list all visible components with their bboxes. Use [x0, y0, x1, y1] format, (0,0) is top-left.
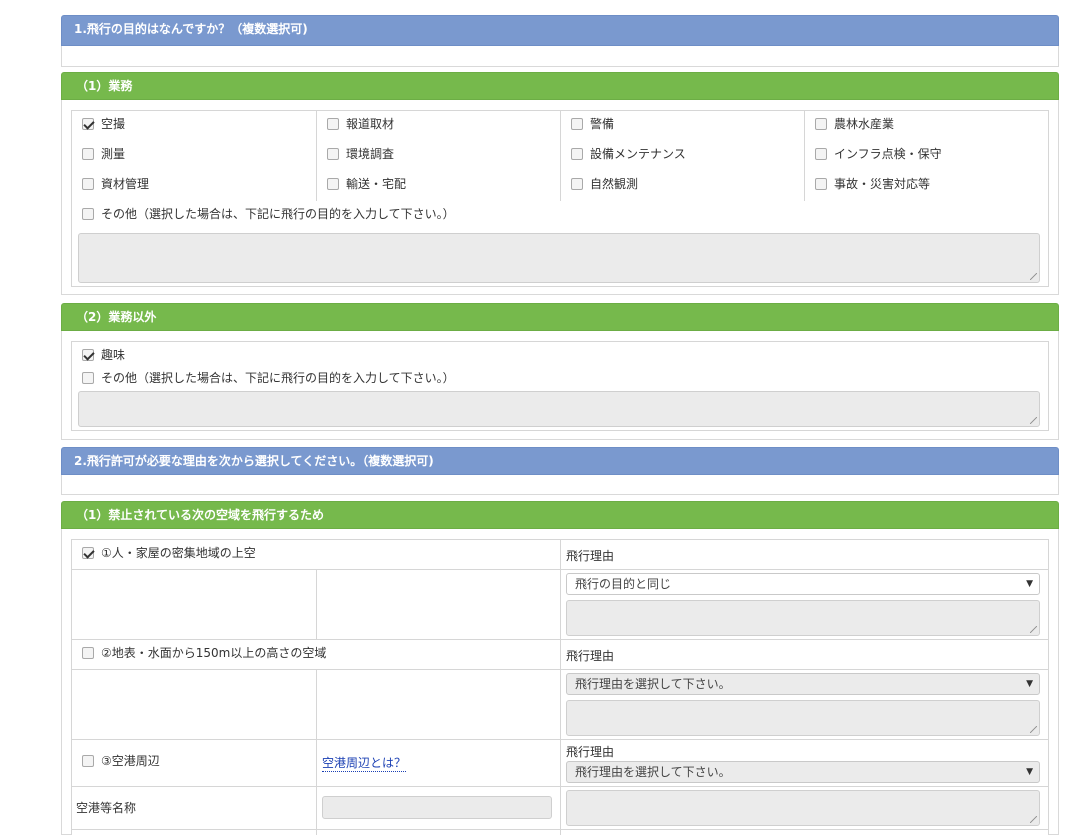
checkbox-infrastructure[interactable] — [815, 148, 827, 160]
checkbox-materials[interactable] — [82, 178, 94, 190]
business-title: （1）業務 — [76, 79, 133, 93]
checkbox-survey[interactable] — [82, 148, 94, 160]
reason-select-3[interactable]: 飛行理由を選択して下さい。 ▼ — [566, 761, 1040, 783]
nonbusiness-title: （2）業務以外 — [76, 310, 157, 324]
option-label: 資材管理 — [101, 177, 150, 191]
reason-label: 飛行理由 — [566, 549, 615, 563]
q1-title: 1.飛行の目的はなんですか？（複数選択可) — [74, 22, 308, 36]
reason-select-value: 飛行の目的と同じ — [575, 577, 672, 591]
option-label: 測量 — [101, 147, 126, 161]
checkbox-hobby[interactable] — [82, 349, 94, 361]
q2-header: 2.飛行許可が必要な理由を次から選択してください。（複数選択可) — [61, 447, 1059, 475]
reason-label: 飛行理由 — [566, 745, 615, 759]
option-label: 空撮 — [101, 117, 126, 131]
nonbusiness-header: （2）業務以外 — [61, 303, 1059, 331]
option-label: インフラ点検・保守 — [834, 147, 942, 161]
prohibited-title: （1）禁止されている次の空域を飛行するため — [76, 508, 324, 522]
prohibited-header: （1）禁止されている次の空域を飛行するため — [61, 501, 1059, 529]
checkbox-news[interactable] — [327, 118, 339, 130]
checkbox-airport-vicinity[interactable] — [82, 755, 94, 767]
chevron-down-icon: ▼ — [1026, 679, 1033, 689]
q2-title: 2.飛行許可が必要な理由を次から選択してください。（複数選択可) — [74, 454, 434, 468]
reason-select-value: 飛行理由を選択して下さい。 — [575, 677, 731, 691]
q1-header: 1.飛行の目的はなんですか？（複数選択可) — [61, 15, 1059, 46]
reason-select-2[interactable]: 飛行理由を選択して下さい。 ▼ — [566, 673, 1040, 695]
option-label: 環境調査 — [346, 147, 395, 161]
item-label: ②地表・水面から150m以上の高さの空域 — [101, 646, 327, 660]
q2-body — [61, 475, 1059, 495]
business-other-label: その他（選択した場合は、下記に飛行の目的を入力して下さい。） — [101, 207, 455, 221]
checkbox-above-150m[interactable] — [82, 647, 94, 659]
chevron-down-icon: ▼ — [1026, 579, 1033, 589]
reason-textarea-3[interactable] — [566, 790, 1040, 826]
reason-label: 飛行理由 — [566, 649, 615, 663]
option-label: 輸送・宅配 — [346, 177, 407, 191]
nonbusiness-other-textarea[interactable] — [78, 391, 1040, 427]
checkbox-aerial[interactable] — [82, 118, 94, 130]
checkbox-security[interactable] — [571, 118, 583, 130]
checkbox-nonbusiness-other[interactable] — [82, 372, 94, 384]
airport-name-input[interactable] — [322, 796, 552, 819]
chevron-down-icon: ▼ — [1026, 767, 1033, 777]
reason-select-value: 飛行理由を選択して下さい。 — [575, 765, 731, 779]
checkbox-business-other[interactable] — [82, 208, 94, 220]
checkbox-densely-populated[interactable] — [82, 547, 94, 559]
option-label: 農林水産業 — [834, 117, 895, 131]
checkbox-delivery[interactable] — [327, 178, 339, 190]
option-label: 設備メンテナンス — [590, 147, 686, 161]
checkbox-nature[interactable] — [571, 178, 583, 190]
business-header: （1）業務 — [61, 72, 1059, 100]
business-other-textarea[interactable] — [78, 233, 1040, 283]
checkbox-disaster[interactable] — [815, 178, 827, 190]
checkbox-maintenance[interactable] — [571, 148, 583, 160]
checkbox-agriculture[interactable] — [815, 118, 827, 130]
reason-textarea-1[interactable] — [566, 600, 1040, 636]
airport-vicinity-link[interactable]: 空港周辺とは？ — [322, 754, 407, 772]
reason-select-1[interactable]: 飛行の目的と同じ ▼ — [566, 573, 1040, 595]
option-label: 警備 — [590, 117, 615, 131]
option-label: 自然観測 — [590, 177, 639, 191]
q1-body — [61, 46, 1059, 67]
option-label: 報道取材 — [346, 117, 395, 131]
airport-name-label: 空港等名称 — [76, 801, 137, 815]
item-label: ①人・家屋の密集地域の上空 — [101, 546, 256, 560]
checkbox-environment[interactable] — [327, 148, 339, 160]
option-label: 事故・災害対応等 — [834, 177, 931, 191]
nonbusiness-other-label: その他（選択した場合は、下記に飛行の目的を入力して下さい。） — [101, 371, 455, 385]
hobby-label: 趣味 — [101, 348, 126, 362]
item-label: ③空港周辺 — [101, 754, 160, 768]
reason-textarea-2[interactable] — [566, 700, 1040, 736]
